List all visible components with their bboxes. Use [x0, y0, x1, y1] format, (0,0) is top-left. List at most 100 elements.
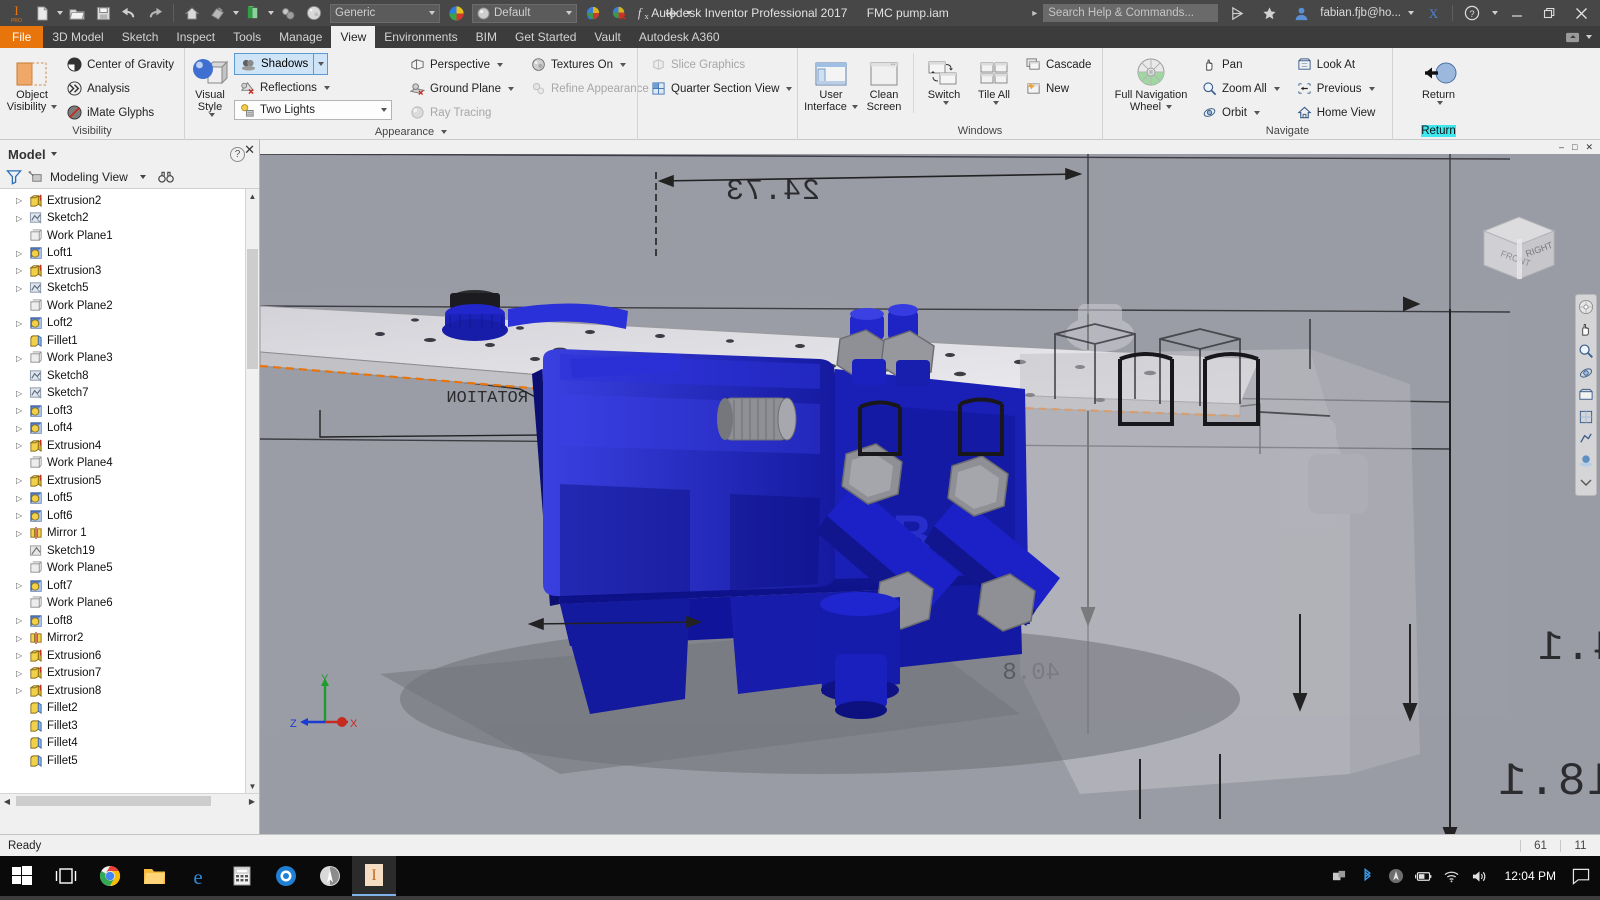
ground-plane-dropdown-icon[interactable]: [507, 86, 514, 91]
tree-item[interactable]: Work Plane4: [0, 455, 245, 473]
tree-item[interactable]: Fillet1: [0, 332, 245, 350]
tree-expand-icon[interactable]: ▷: [16, 389, 28, 398]
tree-item[interactable]: Work Plane5: [0, 560, 245, 578]
orbit-icon[interactable]: [1577, 364, 1595, 382]
new-window-button[interactable]: New: [1020, 77, 1096, 100]
select-dropdown-icon[interactable]: [233, 11, 239, 15]
scroll-up-icon[interactable]: ▲: [246, 189, 259, 203]
undo-icon[interactable]: [117, 2, 141, 24]
zoom-all-button[interactable]: Zoom All: [1196, 77, 1285, 100]
document-restore-button[interactable]: □: [1569, 142, 1580, 152]
orbit-button[interactable]: Orbit: [1196, 101, 1285, 124]
show-hidden-icons-icon[interactable]: [1327, 856, 1353, 896]
tree-expand-icon[interactable]: ▷: [16, 616, 28, 625]
tree-expand-icon[interactable]: ▷: [16, 354, 28, 363]
taskbar-clock[interactable]: 12:04 PM: [1495, 869, 1566, 883]
tree-expand-icon[interactable]: ▷: [16, 494, 28, 503]
reflections-dropdown-icon[interactable]: [323, 85, 330, 90]
help-icon[interactable]: ?: [1459, 0, 1485, 26]
previous-view-button[interactable]: Previous: [1291, 77, 1381, 100]
tree-expand-icon[interactable]: ▷: [16, 634, 28, 643]
tab-view[interactable]: View: [331, 26, 376, 48]
object-visibility-dropdown-icon[interactable]: [51, 105, 58, 109]
reflections-button[interactable]: Reflections: [234, 76, 392, 99]
tree-item[interactable]: ▷ Extrusion8: [0, 682, 245, 700]
tree-item[interactable]: ▷ Loft8: [0, 612, 245, 630]
nav-settings-icon[interactable]: [1577, 474, 1595, 492]
switch-windows-button[interactable]: Switch: [918, 53, 970, 105]
scroll-left-icon[interactable]: ◀: [0, 797, 14, 806]
tree-item[interactable]: ▷ Extrusion3: [0, 262, 245, 280]
tree-expand-icon[interactable]: ▷: [16, 214, 28, 223]
tree-item[interactable]: ▷ Sketch2: [0, 210, 245, 228]
account-name[interactable]: fabian.fjb@ho...: [1320, 7, 1401, 19]
taskbar-file-explorer[interactable]: [132, 856, 176, 896]
previous-view-dropdown-icon[interactable]: [1368, 86, 1375, 91]
cascade-button[interactable]: Cascade: [1020, 53, 1096, 76]
ribbon-options-dropdown-icon[interactable]: [1586, 35, 1592, 39]
volume-icon[interactable]: [1467, 856, 1493, 896]
filter-icon[interactable]: [6, 169, 22, 185]
tab-3d-model[interactable]: 3D Model: [43, 26, 112, 48]
tree-item[interactable]: ▷ Loft1: [0, 245, 245, 263]
tree-expand-icon[interactable]: ▷: [16, 319, 28, 328]
tree-expand-icon[interactable]: ▷: [16, 284, 28, 293]
tree-expand-icon[interactable]: ▷: [16, 581, 28, 590]
scroll-thumb[interactable]: [247, 249, 258, 369]
look-at-icon[interactable]: [1577, 386, 1595, 404]
tree-item[interactable]: ▷ Loft7: [0, 577, 245, 595]
quarter-section-view-button[interactable]: Quarter Section View: [645, 77, 797, 100]
object-visibility-button[interactable]: Object Visibility: [5, 53, 59, 113]
tree-expand-icon[interactable]: ▷: [16, 476, 28, 485]
tree-item[interactable]: ▷ Sketch5: [0, 280, 245, 298]
tab-inspect[interactable]: Inspect: [167, 26, 224, 48]
tree-item[interactable]: Fillet3: [0, 717, 245, 735]
tree-item[interactable]: ▷ Loft2: [0, 315, 245, 333]
search-expand-icon[interactable]: ▸: [1032, 8, 1037, 19]
tab-file[interactable]: File: [0, 26, 44, 48]
zoom-all-dropdown-icon[interactable]: [1273, 86, 1280, 91]
open-file-icon[interactable]: [65, 2, 89, 24]
tile-all-dropdown-icon[interactable]: [992, 101, 999, 105]
taskbar-app-dark[interactable]: [308, 856, 352, 896]
tab-autodesk-a360[interactable]: Autodesk A360: [630, 26, 729, 48]
perspective-button[interactable]: Perspective: [404, 53, 519, 76]
return-dropdown-icon[interactable]: [1437, 101, 1443, 105]
document-minimize-button[interactable]: –: [1556, 142, 1567, 152]
return-dropdown-icon[interactable]: [268, 11, 274, 15]
tree-item[interactable]: ▷ Extrusion5: [0, 472, 245, 490]
home-view-button[interactable]: Home View: [1291, 101, 1381, 124]
tree-vertical-scrollbar[interactable]: ▲ ▼: [245, 189, 259, 793]
graphics-viewport[interactable]: – □ ✕ 24.73 ROTATION .1 8.1 FRONT RIGHT …: [260, 140, 1600, 834]
orbit-dropdown-icon[interactable]: [1253, 110, 1260, 115]
wifi-icon[interactable]: [1439, 856, 1465, 896]
scroll-right-icon[interactable]: ▶: [245, 797, 259, 806]
view-cube[interactable]: FRONT RIGHT: [1476, 209, 1562, 287]
lights-dropdown-icon[interactable]: [381, 108, 387, 112]
viewport-canvas[interactable]: 24.73 INPUT ROTATION: [260, 154, 1600, 834]
browser-title[interactable]: Model: [8, 147, 46, 162]
binoculars-icon[interactable]: [158, 170, 174, 184]
return-button[interactable]: Return: [1404, 53, 1474, 105]
analysis-button[interactable]: Analysis: [61, 77, 179, 100]
lights-combo[interactable]: Two Lights: [234, 100, 392, 120]
tree-item[interactable]: ▷ Extrusion4: [0, 437, 245, 455]
tree-item[interactable]: Fillet4: [0, 735, 245, 753]
user-interface-button[interactable]: User Interface: [803, 53, 859, 113]
taskbar-chrome[interactable]: [88, 856, 132, 896]
tree-expand-icon[interactable]: ▷: [16, 651, 28, 660]
tree-expand-icon[interactable]: ▷: [16, 686, 28, 695]
sign-in-alert-icon[interactable]: [1224, 0, 1250, 26]
modeling-view-label[interactable]: Modeling View: [50, 170, 128, 184]
action-center-icon[interactable]: [1568, 856, 1594, 896]
appearance-combo[interactable]: Default: [472, 3, 577, 23]
clean-screen-button[interactable]: Clean Screen: [859, 53, 909, 113]
tree-expand-icon[interactable]: ▷: [16, 441, 28, 450]
taskbar-app-blue[interactable]: [264, 856, 308, 896]
taskbar-calculator[interactable]: [220, 856, 264, 896]
add-to-qat-icon[interactable]: [659, 2, 683, 24]
tree-horizontal-scrollbar[interactable]: ◀ ▶: [0, 793, 259, 808]
full-nav-wheel-dropdown-icon[interactable]: [1166, 105, 1173, 109]
update-icon[interactable]: [276, 2, 300, 24]
constrained-orbit-icon[interactable]: [1577, 430, 1595, 448]
